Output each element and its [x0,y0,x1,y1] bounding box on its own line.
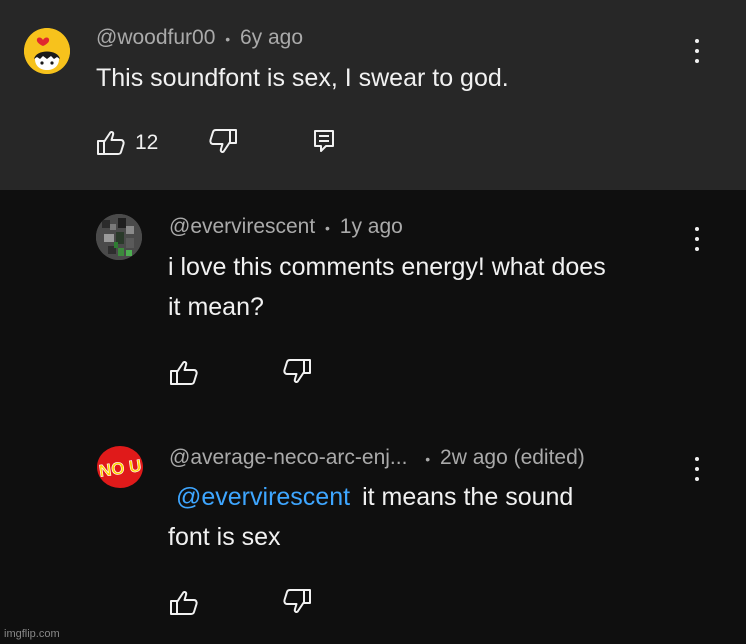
meta-separator: • [325,220,330,236]
dislike-icon[interactable] [208,128,238,154]
dislike-icon[interactable] [282,358,312,384]
comment-text: This soundfont is sex, I swear to god. [96,64,509,92]
comment-meta: @average-neco-arc-enj... • 2w ago (edite… [169,446,585,470]
comment-author[interactable]: @evervirescent [169,215,315,238]
comment-text-line: i love this comments energy! what does [168,253,606,281]
dislike-icon[interactable] [282,588,312,614]
meta-separator: • [225,31,231,47]
watermark: imgflip.com [4,628,60,640]
more-options-icon[interactable] [687,454,707,484]
comment-author[interactable]: @average-neco-arc-enj... [169,446,407,469]
like-icon[interactable] [96,130,126,156]
like-count: 12 [135,131,159,154]
like-icon[interactable] [169,590,199,616]
avatar-woodfur00[interactable] [24,28,70,74]
comment-text-line: font is sex [168,523,281,551]
comment-text: @evervirescent it means the sound font is… [168,477,688,557]
comment-time[interactable]: 6y ago [240,26,303,49]
comment-meta: @woodfur00 • 6y ago [96,26,303,50]
comment-time[interactable]: 1y ago [340,215,403,238]
more-options-icon[interactable] [687,36,707,66]
avatar-evervirescent[interactable] [96,214,142,260]
more-options-icon[interactable] [687,224,707,254]
avatar-average-neco-arc[interactable]: NO U [96,444,144,490]
mention-link[interactable]: @evervirescent [176,483,350,511]
comment-time[interactable]: 2w ago (edited) [440,446,585,469]
meta-separator: • [425,451,431,467]
comment-text-line: it means the sound [362,483,574,511]
like-icon[interactable] [169,360,199,386]
reply-icon[interactable] [313,129,335,153]
comment-author[interactable]: @woodfur00 [96,26,215,49]
comment-text: i love this comments energy! what does i… [168,247,708,327]
comment-text-line: it mean? [168,293,264,321]
comment-meta: @evervirescent • 1y ago [169,215,403,239]
